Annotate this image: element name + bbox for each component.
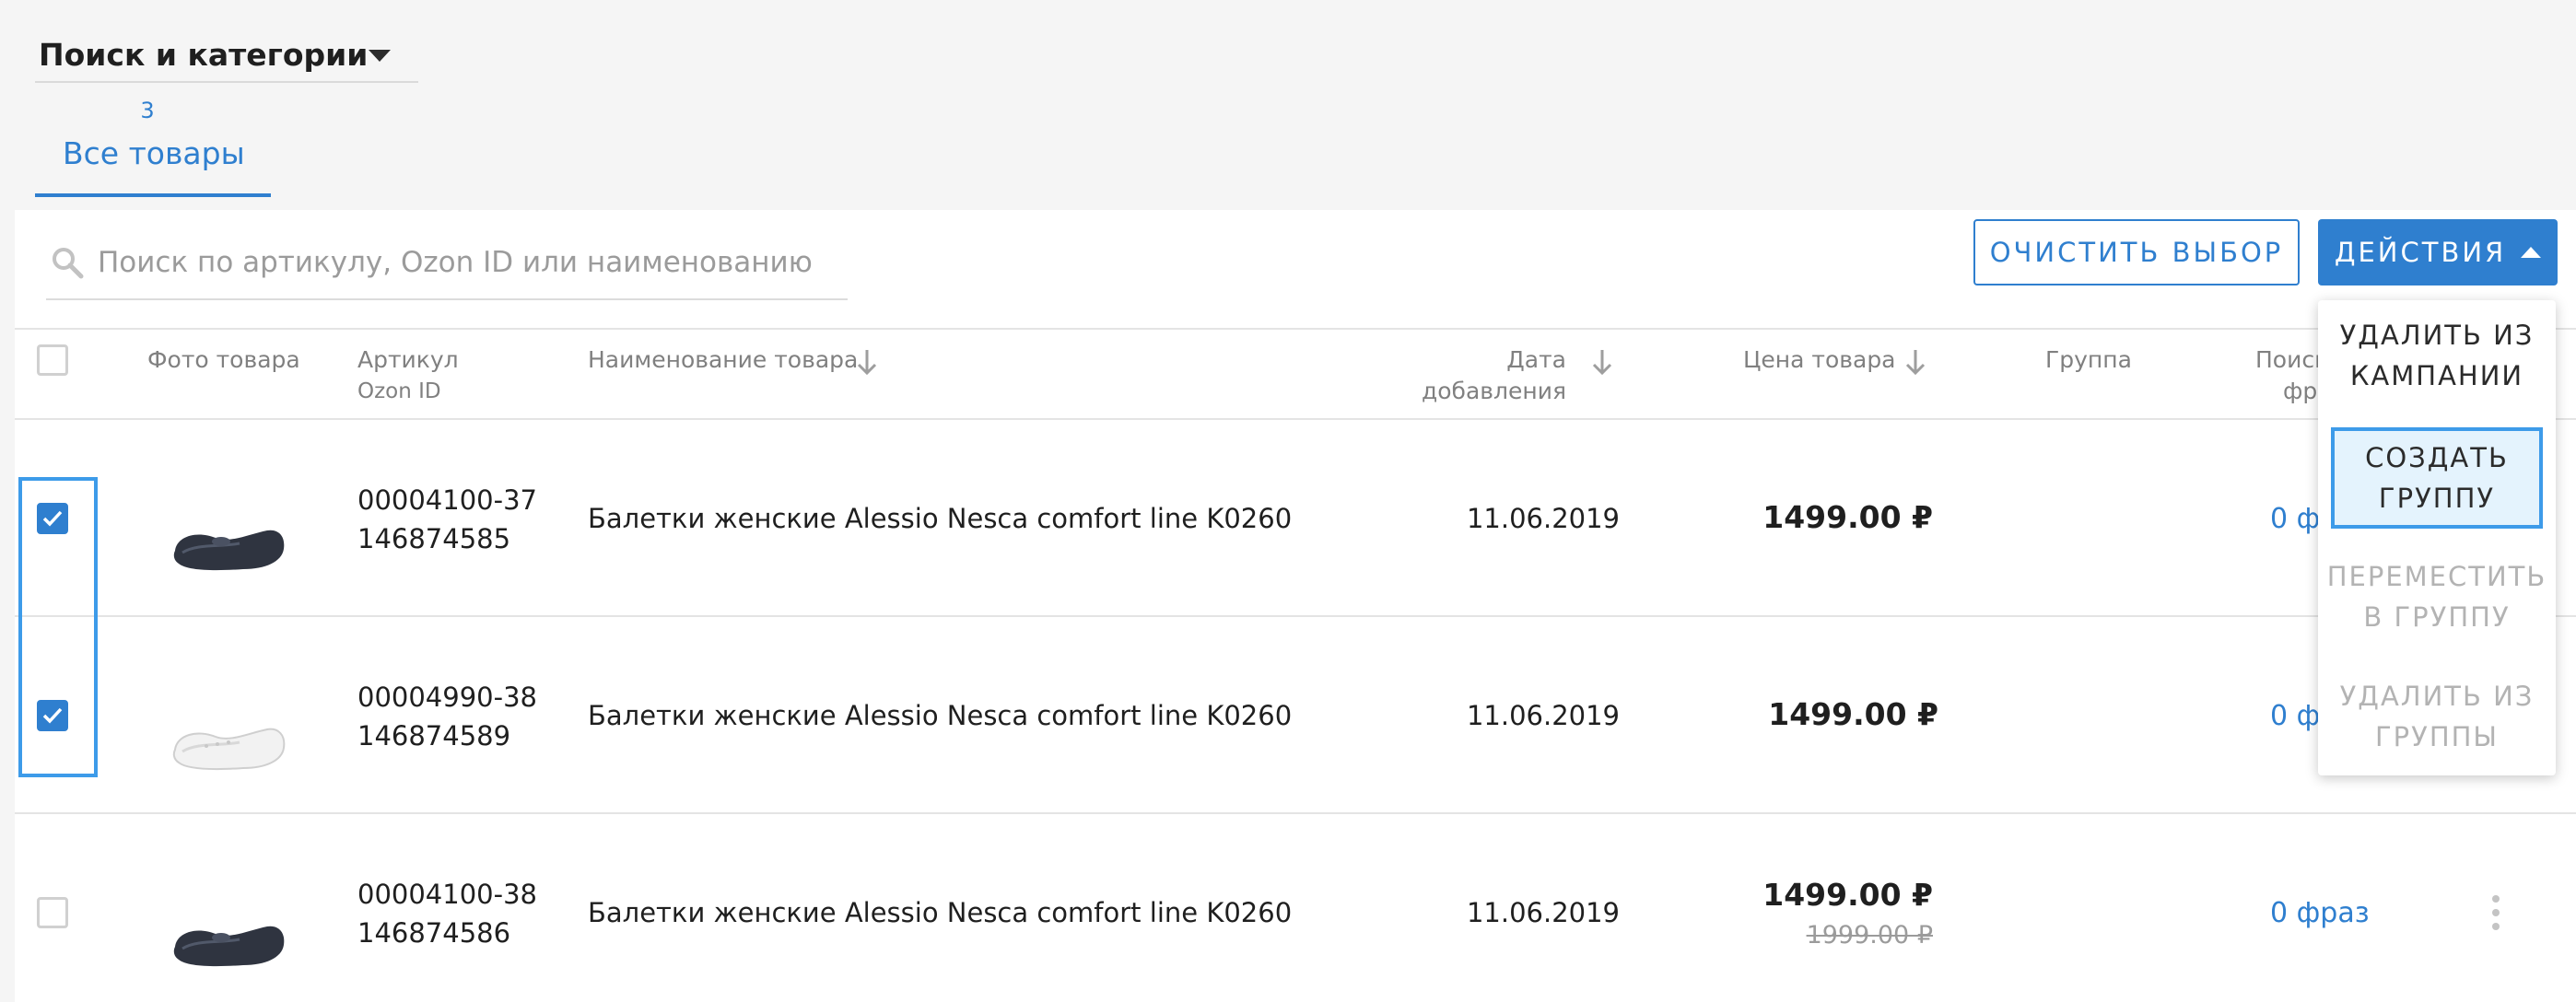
header-divider (15, 418, 2576, 420)
column-header-date-line1: Дата (1506, 346, 1566, 373)
check-icon (42, 510, 63, 527)
column-header-name-label: Наименование товара (588, 346, 859, 373)
product-phrases-link[interactable]: 0 фраз (2270, 893, 2370, 933)
product-ozon-id: 146874589 (357, 720, 511, 752)
arrow-down-icon[interactable] (1905, 348, 1926, 376)
actions-button[interactable]: ДЕЙСТВИЯ (2318, 219, 2558, 285)
clear-selection-label: ОЧИСТИТЬ ВЫБОР (1989, 237, 2284, 268)
product-date: 11.06.2019 (1466, 700, 1620, 731)
menu-item-line: СОЗДАТЬ (2365, 442, 2509, 473)
column-header-ozon-id: Ozon ID (357, 379, 441, 403)
row-checkbox[interactable] (37, 700, 68, 731)
product-price: 1499.00 ₽ (1768, 696, 1938, 732)
vertical-dots-icon[interactable] (2484, 891, 2508, 934)
product-photo (173, 926, 285, 967)
actions-menu: УДАЛИТЬ ИЗ КАМПАНИИ СОЗДАТЬ ГРУППУ ПЕРЕМ… (2318, 300, 2556, 775)
arrow-down-icon[interactable] (857, 348, 877, 376)
row-divider (15, 812, 2576, 814)
menu-item-move-to-group[interactable]: ПЕРЕМЕСТИТЬ В ГРУППУ (2318, 556, 2556, 637)
page-gutter (0, 210, 15, 1002)
column-header-date[interactable]: Дата добавления (1382, 344, 1566, 407)
caret-up-icon (2521, 247, 2542, 258)
arrow-down-icon[interactable] (1592, 348, 1612, 376)
product-list-page: Поиск и категории 3 Все товары ОЧИСТИТЬ … (0, 0, 2576, 1002)
row-checkbox[interactable] (37, 897, 68, 928)
actions-label: ДЕЙСТВИЯ (2334, 237, 2507, 268)
menu-item-line: КАМПАНИИ (2349, 360, 2524, 391)
caret-down-icon (369, 50, 391, 62)
menu-item-line: УДАЛИТЬ ИЗ (2339, 681, 2535, 712)
product-photo (173, 530, 285, 571)
table-top-divider (15, 328, 2576, 330)
check-icon (42, 707, 63, 724)
product-name: Балетки женские Alessio Nesca comfort li… (588, 700, 1293, 731)
column-header-name[interactable]: Наименование товара (588, 344, 858, 376)
menu-item-line: ГРУППУ (2378, 483, 2496, 514)
product-article: 00004100-38 (357, 879, 537, 910)
search-input[interactable] (96, 239, 837, 285)
search-icon (53, 248, 84, 279)
column-header-sku-label: Артикул (357, 346, 459, 373)
search-box (46, 232, 848, 300)
product-date: 11.06.2019 (1466, 897, 1620, 928)
column-header-photo: Фото товара (147, 346, 300, 373)
category-select-label: Поиск и категории (39, 37, 369, 73)
product-price: 1499.00 ₽ (1762, 877, 1933, 913)
row-checkbox[interactable] (37, 503, 68, 534)
tab-all-products[interactable]: 3 Все товары (35, 96, 271, 197)
product-ozon-id: 146874586 (357, 917, 511, 949)
menu-item-line: УДАЛИТЬ ИЗ (2339, 320, 2535, 351)
clear-selection-button[interactable]: ОЧИСТИТЬ ВЫБОР (1973, 219, 2300, 285)
column-header-group: Группа (2045, 346, 2132, 373)
tab-label: Все товары (63, 135, 245, 171)
product-old-price: 1999.00 ₽ (1806, 921, 1933, 950)
menu-item-line: ПЕРЕМЕСТИТЬ (2326, 561, 2547, 592)
select-all-checkbox[interactable] (37, 344, 68, 376)
column-header-date-line2: добавления (1421, 378, 1566, 404)
column-header-price[interactable]: Цена товара (1743, 344, 1896, 376)
menu-item-line: В ГРУППУ (2363, 601, 2511, 633)
menu-item-remove-from-campaign[interactable]: УДАЛИТЬ ИЗ КАМПАНИИ (2318, 315, 2556, 396)
column-header-sku: Артикул Ozon ID (357, 344, 459, 407)
row-divider (15, 615, 2576, 617)
category-select[interactable]: Поиск и категории (35, 31, 418, 83)
tab-count-badge: 3 (140, 98, 155, 123)
product-name: Балетки женские Alessio Nesca comfort li… (588, 503, 1293, 534)
product-ozon-id: 146874585 (357, 523, 511, 554)
product-article: 00004990-38 (357, 682, 537, 713)
product-photo (172, 728, 286, 771)
product-date: 11.06.2019 (1466, 503, 1620, 534)
product-price: 1499.00 ₽ (1762, 499, 1933, 535)
menu-item-line: ГРУППЫ (2374, 721, 2500, 752)
menu-item-remove-from-group[interactable]: УДАЛИТЬ ИЗ ГРУППЫ (2318, 676, 2556, 757)
menu-item-create-group[interactable]: СОЗДАТЬ ГРУППУ (2331, 427, 2543, 529)
product-article: 00004100-37 (357, 484, 537, 516)
product-name: Балетки женские Alessio Nesca comfort li… (588, 897, 1293, 928)
